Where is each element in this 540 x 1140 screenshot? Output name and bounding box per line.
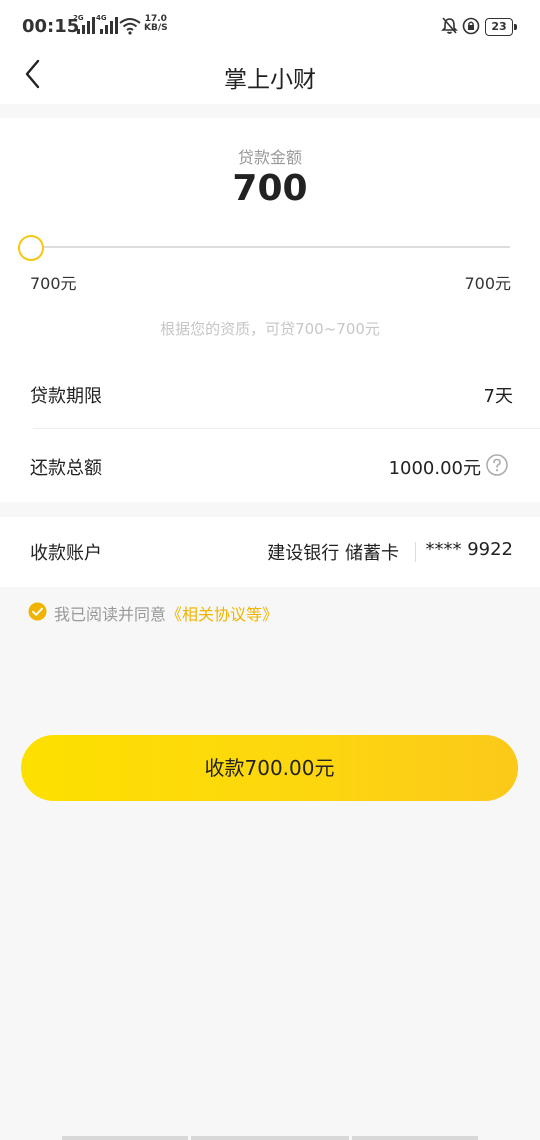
battery-icon: 23 [485,18,517,36]
bank-card-name: 建设银行 储蓄卡 [267,543,399,564]
payout-account-label: 收款账户 [30,543,102,564]
loan-amount-value: 700 [232,168,308,209]
signal-strength-icon: 4G [96,14,118,34]
page-title: 掌上小财 [224,67,316,93]
loan-term-label: 贷款期限 [30,386,102,407]
total-repayment-label: 还款总额 [30,458,102,479]
nav-bar: 掌上小财 [0,52,540,104]
slider-max-label: 700元 [464,274,511,293]
loan-amount-label: 贷款金额 [237,148,302,167]
network-speed: 17.0 KB/S [144,15,168,33]
status-time: 00:15 [22,16,80,37]
eligibility-note: 根据您的资质，可贷700~700元 [160,320,380,338]
payout-account-row[interactable]: 收款账户 建设银行 储蓄卡 **** 9922 [0,517,540,587]
bank-card-number: **** 9922 [425,539,513,560]
checkbox-checked-icon[interactable] [28,602,47,621]
slider-min-label: 700元 [30,274,77,293]
loan-card: 贷款金额 700 700元 700元 根据您的资质，可贷700~700元 贷款期… [0,118,540,502]
amount-slider-track[interactable] [30,246,510,248]
question-icon[interactable] [486,454,508,476]
agreement-text: 我已阅读并同意《相关协议等》 [54,601,278,625]
loan-term-value: 7天 [483,386,513,407]
status-bar: 00:15 2G 4G 17.0 KB/S 23 [0,0,540,52]
signal-strength-icon: 2G [73,14,95,34]
separator [415,542,416,562]
agreement-link[interactable]: 《相关协议等》 [166,605,278,624]
wifi-icon [119,17,141,39]
amount-slider-thumb[interactable] [18,235,44,261]
bell-muted-icon [441,17,458,39]
receive-funds-button[interactable]: 收款700.00元 [21,735,518,801]
divider [33,428,540,429]
total-repayment-value: 1000.00元 [388,458,481,479]
bottom-gesture-bar [62,1136,478,1140]
agreement-label: 我已阅读并同意 [54,605,167,624]
network-speed-unit: KB/S [144,23,168,33]
rotation-lock-icon [462,17,480,39]
